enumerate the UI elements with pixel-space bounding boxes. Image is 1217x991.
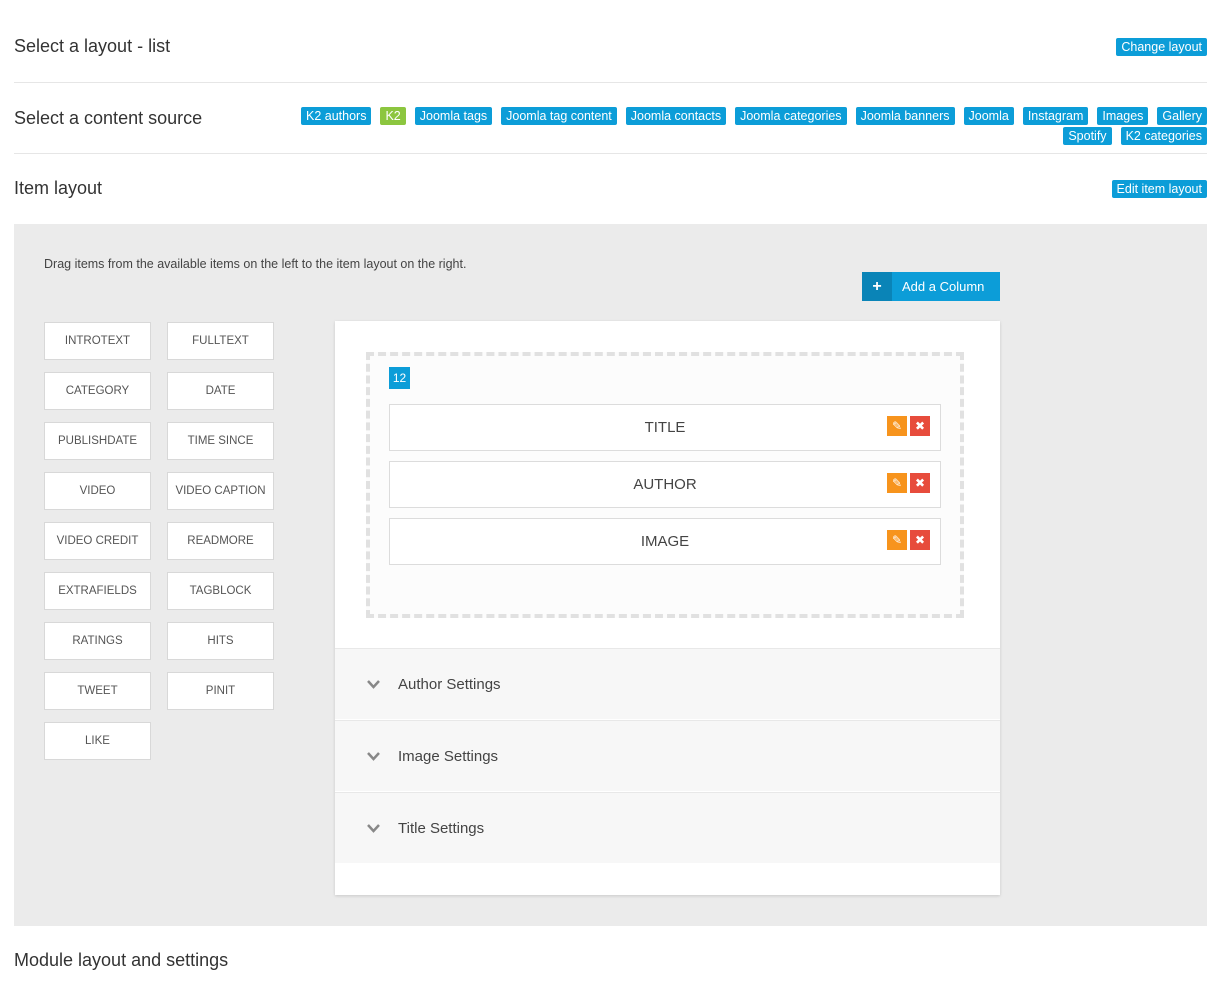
available-item-tweet[interactable]: TWEET bbox=[44, 672, 151, 710]
available-item-video-credit[interactable]: VIDEO CREDIT bbox=[44, 522, 151, 560]
delete-icon[interactable]: ✖ bbox=[910, 530, 930, 550]
settings-label: Author Settings bbox=[398, 675, 501, 693]
available-item-ratings[interactable]: RATINGS bbox=[44, 622, 151, 660]
source-badge-spotify[interactable]: Spotify bbox=[1063, 127, 1112, 145]
column-dropzone[interactable]: 12 TITLE ✎ ✖ AUTHOR ✎ ✖ IMAGE ✎ ✖ bbox=[366, 352, 964, 618]
source-badge-joomla-tags[interactable]: Joomla tags bbox=[414, 107, 493, 125]
available-item-category[interactable]: CATEGORY bbox=[44, 372, 151, 410]
available-item-like[interactable]: LIKE bbox=[44, 722, 151, 760]
available-item-video-caption[interactable]: VIDEO CAPTION bbox=[167, 472, 274, 510]
pencil-icon[interactable]: ✎ bbox=[887, 530, 907, 550]
layout-item-actions: ✎ ✖ bbox=[887, 416, 930, 436]
settings-label: Title Settings bbox=[398, 819, 485, 837]
item-layout-title: Item layout bbox=[14, 178, 103, 198]
layout-item-image[interactable]: IMAGE ✎ ✖ bbox=[389, 518, 941, 565]
chevron-down-icon bbox=[362, 823, 384, 833]
add-column-button[interactable]: + Add a Column bbox=[862, 272, 1000, 301]
content-source-title: Select a content source bbox=[14, 107, 203, 128]
item-layout-editor: Drag items from the available items on t… bbox=[14, 224, 1207, 926]
divider bbox=[14, 153, 1207, 154]
available-item-fulltext[interactable]: FULLTEXT bbox=[167, 322, 274, 360]
settings-image-settings[interactable]: Image Settings bbox=[335, 720, 1000, 791]
source-badge-joomla-categories[interactable]: Joomla categories bbox=[735, 107, 847, 125]
column-width-badge[interactable]: 12 bbox=[389, 367, 410, 389]
plus-icon: + bbox=[862, 272, 892, 301]
available-item-video[interactable]: VIDEO bbox=[44, 472, 151, 510]
delete-icon[interactable]: ✖ bbox=[910, 473, 930, 493]
available-item-tagblock[interactable]: TAGBLOCK bbox=[167, 572, 274, 610]
chevron-down-icon bbox=[362, 751, 384, 761]
available-item-date[interactable]: DATE bbox=[167, 372, 274, 410]
add-column-label: Add a Column bbox=[902, 279, 985, 294]
layout-item-actions: ✎ ✖ bbox=[887, 530, 930, 550]
available-item-introtext[interactable]: INTROTEXT bbox=[44, 322, 151, 360]
layout-item-author[interactable]: AUTHOR ✎ ✖ bbox=[389, 461, 941, 508]
layout-item-label: TITLE bbox=[644, 419, 686, 436]
settings-title-settings[interactable]: Title Settings bbox=[335, 792, 1000, 863]
available-item-publishdate[interactable]: PUBLISHDATE bbox=[44, 422, 151, 460]
delete-icon[interactable]: ✖ bbox=[910, 416, 930, 436]
module-section: Module layout and settings bbox=[14, 950, 1207, 971]
pencil-icon[interactable]: ✎ bbox=[887, 473, 907, 493]
chevron-down-icon bbox=[362, 679, 384, 689]
settings-author-settings[interactable]: Author Settings bbox=[335, 648, 1000, 719]
item-layout-section: Item layout Edit item layout bbox=[14, 178, 1207, 199]
source-badge-k2-categories[interactable]: K2 categories bbox=[1120, 127, 1207, 145]
source-badge-gallery[interactable]: Gallery bbox=[1157, 107, 1207, 125]
source-badge-k2-authors[interactable]: K2 authors bbox=[300, 107, 372, 125]
settings-label: Image Settings bbox=[398, 747, 499, 765]
source-badge-joomla-tag-content[interactable]: Joomla tag content bbox=[501, 107, 617, 125]
divider bbox=[14, 82, 1207, 83]
source-badge-joomla-contacts[interactable]: Joomla contacts bbox=[625, 107, 727, 125]
layout-item-actions: ✎ ✖ bbox=[887, 473, 930, 493]
source-badge-images[interactable]: Images bbox=[1097, 107, 1149, 125]
source-badge-k2[interactable]: K2 bbox=[380, 107, 406, 125]
available-item-pinit[interactable]: PINIT bbox=[167, 672, 274, 710]
source-badge-joomla[interactable]: Joomla bbox=[963, 107, 1014, 125]
layout-item-label: IMAGE bbox=[640, 533, 690, 550]
item-layout-canvas: 12 TITLE ✎ ✖ AUTHOR ✎ ✖ IMAGE ✎ ✖ Author Setting… bbox=[335, 321, 1000, 895]
layout-item-label: AUTHOR bbox=[633, 476, 697, 493]
layout-section: Select a layout - list Change layout bbox=[14, 36, 1207, 57]
pencil-icon[interactable]: ✎ bbox=[887, 416, 907, 436]
module-section-title: Module layout and settings bbox=[14, 950, 229, 970]
content-source-list: K2 authors K2 Joomla tags Joomla tag conten… bbox=[267, 107, 1207, 145]
available-item-readmore[interactable]: READMORE bbox=[167, 522, 274, 560]
source-badge-joomla-banners[interactable]: Joomla banners bbox=[855, 107, 955, 125]
layout-section-title: Select a layout - list bbox=[14, 36, 171, 56]
change-layout-button[interactable]: Change layout bbox=[1116, 37, 1207, 56]
edit-item-layout-button[interactable]: Edit item layout bbox=[1111, 179, 1207, 198]
source-badge-instagram[interactable]: Instagram bbox=[1022, 107, 1089, 125]
available-item-time-since[interactable]: TIME SINCE bbox=[167, 422, 274, 460]
available-item-extrafields[interactable]: EXTRAFIELDS bbox=[44, 572, 151, 610]
available-item-hits[interactable]: HITS bbox=[167, 622, 274, 660]
drag-instructions: Drag items from the available items on t… bbox=[44, 257, 467, 271]
layout-item-title[interactable]: TITLE ✎ ✖ bbox=[389, 404, 941, 451]
